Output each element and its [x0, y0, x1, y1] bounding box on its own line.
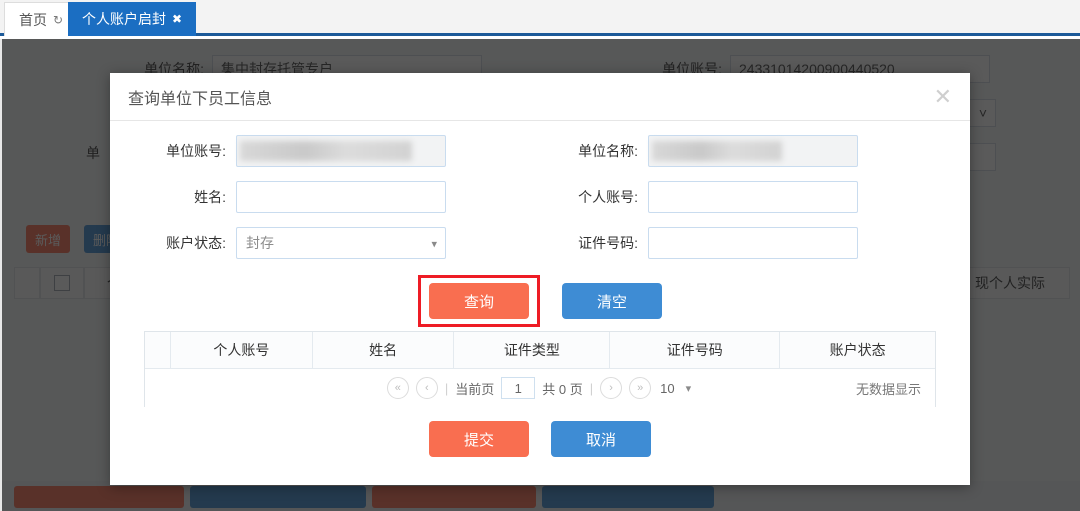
query-actions: 查询 清空 — [128, 275, 952, 327]
field-control-person-name — [236, 181, 446, 213]
modal-footer: 提交 取消 — [128, 407, 952, 471]
field-label-id-number: 证件号码: — [578, 235, 638, 251]
field-label-person-account: 个人账号: — [578, 189, 638, 205]
modal-title: 查询单位下员工信息 — [128, 90, 273, 108]
account-status-select-wrapper[interactable]: 封存 ▾ — [236, 227, 446, 259]
pagination-divider-right: | — [589, 380, 594, 396]
field-id-number: 证件号码: — [540, 227, 952, 259]
field-label-unit-name: 单位名称: — [578, 143, 638, 159]
close-icon[interactable]: ✖ — [172, 12, 182, 26]
current-page-input[interactable] — [501, 377, 536, 399]
modal-header: 查询单位下员工信息 ✕ — [110, 73, 970, 121]
field-control-id-number — [648, 227, 858, 259]
total-pages-label: 共 0 页 — [542, 381, 583, 397]
first-page-icon[interactable]: « — [386, 377, 409, 399]
results-table: 个人账号 姓名 证件类型 证件号码 账户状态 « ‹ | 当前页 共 0 页 |… — [144, 331, 936, 407]
person-account-input[interactable] — [648, 181, 858, 213]
clear-button[interactable]: 清空 — [562, 283, 662, 319]
person-name-input[interactable] — [236, 181, 446, 213]
tab-home[interactable]: 首页 ↻ — [4, 2, 79, 36]
pagination-divider-left: | — [444, 380, 449, 396]
table-header-checkbox-cell — [145, 332, 171, 368]
tab-active-label: 个人账户启封 — [82, 11, 166, 27]
submit-button[interactable]: 提交 — [429, 421, 529, 457]
table-header-account-status: 账户状态 — [829, 342, 886, 358]
field-label-person-name: 姓名: — [194, 189, 226, 205]
tab-home-label: 首页 — [19, 11, 47, 28]
current-page-label: 当前页 — [455, 381, 495, 397]
employee-query-modal: 查询单位下员工信息 ✕ 单位账号: 单位名称: 姓名: 个人账号: 账户状态: … — [110, 73, 970, 485]
browser-tab-bar: 首页 ↻ 个人账户启封 ✖ — [0, 0, 1080, 36]
pagination-controls: « ‹ | 当前页 共 0 页 | › » 10 ▾ — [145, 377, 935, 399]
field-unit-name: 单位名称: — [540, 135, 952, 167]
table-header-id-type: 证件类型 — [454, 332, 611, 368]
account-status-select[interactable]: 封存 — [236, 227, 446, 259]
next-page-icon[interactable]: › — [600, 377, 623, 399]
field-label-account-status: 账户状态: — [166, 235, 226, 251]
unit-name-input — [648, 135, 858, 167]
unit-account-input — [236, 135, 446, 167]
prev-page-icon[interactable]: ‹ — [415, 377, 438, 399]
table-header-id-number: 证件号码 — [610, 332, 781, 368]
table-header-name: 姓名 — [313, 332, 455, 368]
pagination-bar: « ‹ | 当前页 共 0 页 | › » 10 ▾ 无 — [145, 368, 935, 407]
page-size-select[interactable]: 10 — [658, 380, 694, 396]
field-unit-account: 单位账号: — [128, 135, 540, 167]
results-table-header-row: 个人账号 姓名 证件类型 证件号码 账户状态 — [145, 332, 935, 368]
modal-body: 单位账号: 单位名称: 姓名: 个人账号: 账户状态: 封存 ▾ 证件号码: 查… — [110, 121, 970, 471]
tab-personal-account-unseal[interactable]: 个人账户启封 ✖ — [68, 2, 197, 36]
field-control-account-status: 封存 ▾ — [236, 227, 446, 259]
close-icon[interactable]: ✕ — [934, 85, 952, 108]
refresh-icon[interactable]: ↻ — [53, 13, 63, 27]
field-control-unit-account — [236, 135, 446, 167]
field-account-status: 账户状态: 封存 ▾ — [128, 227, 540, 259]
field-control-unit-name — [648, 135, 858, 167]
field-label-unit-account: 单位账号: — [166, 143, 226, 159]
page-size-select-wrapper[interactable]: 10 ▾ — [658, 380, 694, 396]
query-button-highlight: 查询 — [418, 275, 540, 327]
id-number-input[interactable] — [648, 227, 858, 259]
table-header-person-account: 个人账号 — [171, 332, 313, 368]
cancel-button[interactable]: 取消 — [551, 421, 651, 457]
field-person-account: 个人账号: — [540, 181, 952, 213]
query-form: 单位账号: 单位名称: 姓名: 个人账号: 账户状态: 封存 ▾ 证件号码: — [128, 135, 952, 273]
no-data-text: 无数据显示 — [855, 381, 921, 397]
field-person-name: 姓名: — [128, 181, 540, 213]
query-button[interactable]: 查询 — [429, 283, 529, 319]
field-control-person-account — [648, 181, 858, 213]
last-page-icon[interactable]: » — [629, 377, 652, 399]
